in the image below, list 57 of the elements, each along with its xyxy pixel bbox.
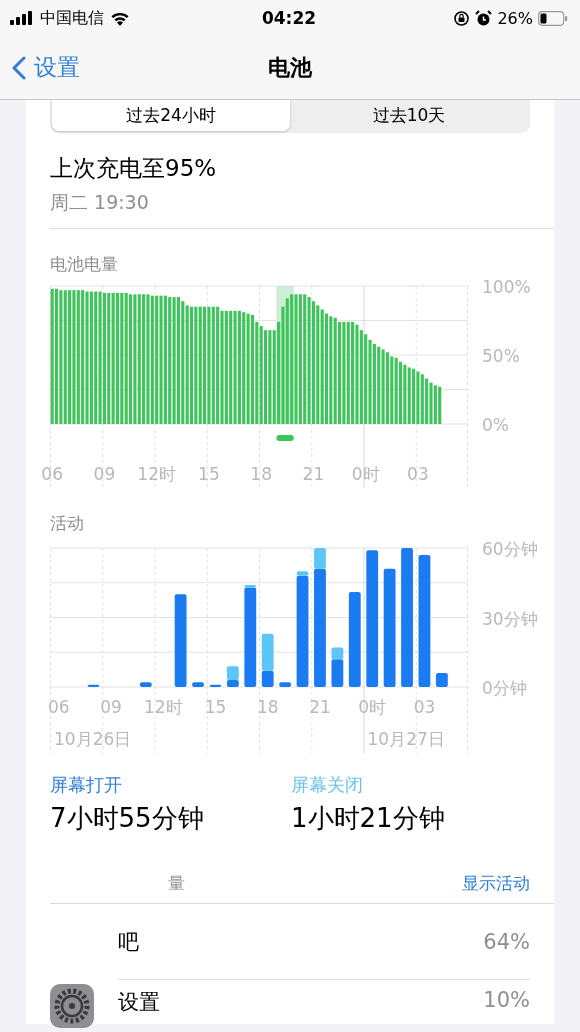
axis-label: 12时 (143, 697, 183, 717)
date-label: 10月27日 (367, 729, 445, 749)
chevron-left-icon (12, 55, 26, 80)
show-activity-link[interactable]: 显示活动 (462, 872, 530, 895)
chart-bar (209, 684, 222, 687)
gear-icon (50, 984, 94, 1028)
battery-icon (538, 10, 568, 26)
axis-label: 50% (482, 346, 520, 366)
axis-label: 0时 (351, 464, 380, 484)
section-header: 量 (168, 872, 185, 895)
axis-label: 09 (93, 464, 116, 484)
battery-percent: 26% (497, 8, 533, 28)
tab[interactable]: 过去24小时 (52, 100, 290, 131)
rotation-lock-icon (453, 9, 471, 27)
screen-title: 电池 (268, 54, 312, 80)
alarm-icon (475, 9, 493, 27)
axis-label: 12时 (137, 464, 176, 484)
wifi-icon (110, 10, 130, 26)
axis-label: 21 (302, 464, 325, 484)
axis-label: 03 (413, 697, 436, 717)
axis-label: 60分钟 (482, 541, 538, 559)
tab[interactable]: 过去10天 (290, 100, 528, 131)
axis-label: 15 (204, 697, 227, 717)
chart-bar (435, 673, 448, 687)
axis-label: 09 (100, 697, 122, 717)
carrier-name: 中国电信 (40, 7, 104, 29)
stat-value: 7小时55分钟 (50, 802, 205, 835)
chart-bar (279, 682, 292, 687)
axis-label: 03 (407, 464, 429, 484)
chart-title: 电池电量 (50, 253, 119, 276)
stat-value: 1小时21分钟 (291, 802, 446, 835)
app-row[interactable]: 设置 10% (50, 980, 554, 1024)
axis-label: 100% (482, 278, 531, 297)
charging-marker (276, 435, 294, 441)
app-row[interactable]: 吧 64% (50, 904, 554, 980)
back-button[interactable]: 设置 (12, 52, 80, 83)
axis-label: 18 (256, 697, 279, 717)
signal-icon (10, 11, 34, 25)
axis-label: 0% (482, 415, 509, 435)
clock-time: 04:22 (261, 8, 317, 28)
axis-label: 15 (198, 464, 220, 484)
stat-label: 屏幕关闭 (291, 773, 364, 797)
chart-bar (87, 684, 100, 687)
stat-label: 屏幕打开 (50, 773, 123, 797)
chart-title: 活动 (50, 512, 85, 535)
last-charge-time: 周二 19:30 (50, 190, 150, 215)
axis-label: 18 (250, 464, 272, 484)
axis-label: 30分钟 (482, 608, 538, 629)
axis-label: 0分钟 (482, 678, 527, 698)
date-label: 10月26日 (54, 729, 132, 749)
chart-bar (139, 682, 152, 687)
chart-bar (192, 682, 204, 687)
axis-label: 0时 (358, 697, 387, 717)
axis-label: 06 (47, 697, 70, 717)
last-charge-title: 上次充电至95% (50, 154, 218, 183)
axis-label: 06 (41, 464, 63, 484)
axis-label: 21 (309, 697, 331, 717)
